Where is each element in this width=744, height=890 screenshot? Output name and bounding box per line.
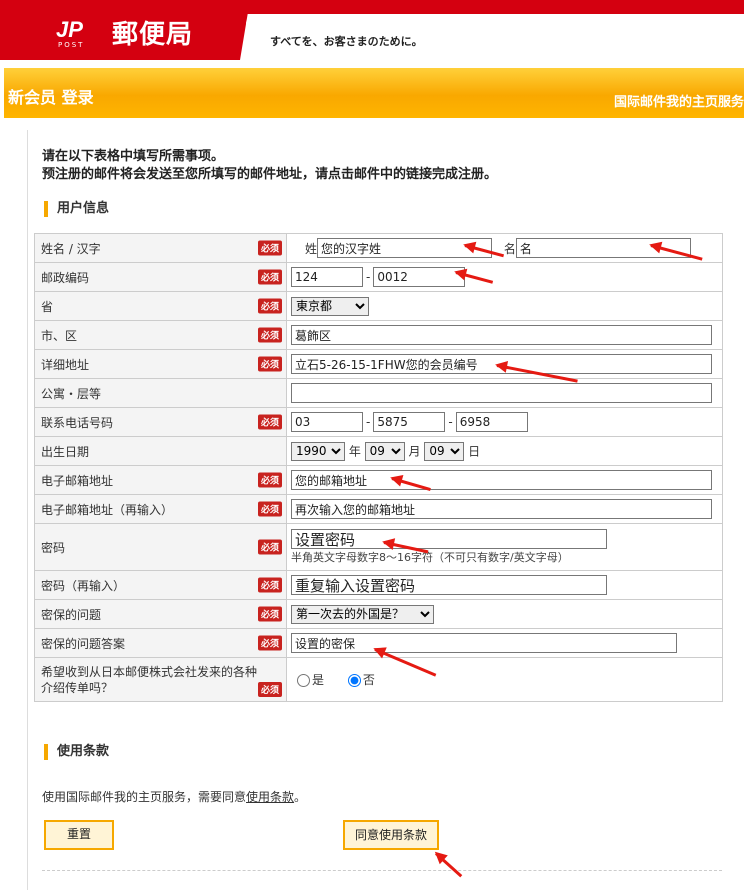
row-password: 密码 必须 半角英文字母数字8～16字符（不可只有数字/英文字母） bbox=[34, 523, 723, 571]
address-label: 详细地址 bbox=[41, 357, 90, 372]
row-phone: 联系电话号码 必须 - - bbox=[34, 407, 723, 437]
first-name-prefix: 名 bbox=[503, 241, 516, 256]
intro-line-1: 请在以下表格中填写所需事项。 bbox=[42, 149, 225, 164]
prefecture-label: 省 bbox=[41, 299, 54, 314]
section-user-info-heading: 用户信息 bbox=[44, 201, 109, 217]
row-name: 姓名 / 汉字 必须 姓 名 bbox=[34, 233, 723, 263]
year-unit: 年 bbox=[348, 444, 361, 458]
security-question-select[interactable]: 第一次去的外国是？ bbox=[291, 604, 434, 624]
required-badge: 必须 bbox=[257, 414, 282, 430]
city-label: 市、区 bbox=[41, 328, 78, 343]
password-confirm-input[interactable] bbox=[291, 575, 607, 595]
phone-separator: - bbox=[366, 415, 371, 429]
day-unit: 日 bbox=[468, 444, 481, 458]
divider bbox=[42, 870, 722, 871]
terms-link[interactable]: 使用条款 bbox=[246, 790, 294, 804]
terms-text-before: 使用国际邮件我的主页服务，需要同意 bbox=[42, 790, 247, 804]
required-badge: 必须 bbox=[257, 472, 282, 488]
required-badge: 必须 bbox=[257, 356, 282, 372]
name-label: 姓名 / 汉字 bbox=[41, 241, 101, 256]
row-apartment: 公寓・层等 bbox=[34, 378, 723, 408]
row-password-confirm: 密码（再输入） 必须 bbox=[34, 570, 723, 600]
row-city: 市、区 必须 bbox=[34, 320, 723, 350]
newsletter-no-label: 否 bbox=[362, 673, 375, 687]
header-red-strip bbox=[240, 0, 744, 14]
security-answer-input[interactable] bbox=[291, 633, 677, 653]
user-info-table: 姓名 / 汉字必须 姓 名 邮政编码必须 - 省必须 東京都 市、区必须 详细地… bbox=[34, 233, 723, 702]
logo-name[interactable]: 郵便局 bbox=[112, 14, 193, 51]
required-badge: 必须 bbox=[257, 269, 282, 285]
phone-separator: - bbox=[448, 415, 453, 429]
required-badge: 必须 bbox=[257, 298, 282, 314]
reset-button[interactable]: 重置 bbox=[44, 820, 114, 850]
row-prefecture: 省 必须 東京都 bbox=[34, 291, 723, 321]
required-badge: 必须 bbox=[257, 539, 282, 555]
newsletter-yes-label: 是 bbox=[312, 673, 325, 687]
terms-text-after: 。 bbox=[294, 790, 307, 804]
email-confirm-input[interactable] bbox=[291, 499, 712, 519]
security-answer-label: 密保的问题答案 bbox=[41, 636, 126, 651]
password-hint: 半角英文字母数字8～16字符（不可只有数字/英文字母） bbox=[291, 551, 569, 564]
newsletter-no-radio[interactable] bbox=[347, 674, 361, 687]
row-newsletter: 希望收到从日本邮便株式会社发来的各种介绍传单吗？ 必须 是 否 bbox=[34, 657, 723, 702]
security-question-label: 密保的问题 bbox=[41, 607, 102, 622]
required-badge: 必须 bbox=[257, 501, 282, 517]
agree-terms-button[interactable]: 同意使用条款 bbox=[343, 820, 439, 850]
postal-code-part1-input[interactable] bbox=[291, 267, 363, 287]
required-badge: 必须 bbox=[257, 606, 282, 622]
required-badge: 必须 bbox=[257, 635, 282, 651]
prefecture-select[interactable]: 東京都 bbox=[291, 296, 369, 316]
phone-part1-input[interactable] bbox=[291, 412, 363, 432]
last-name-prefix: 姓 bbox=[305, 241, 318, 256]
header-slogan: すべてを、お客さまのために。 bbox=[270, 35, 423, 48]
email-label: 电子邮箱地址 bbox=[41, 473, 114, 488]
logo-post-text: POST bbox=[58, 41, 85, 49]
page-title: 新会员 登录 bbox=[8, 88, 94, 107]
jp-post-logo-icon[interactable]: JP bbox=[56, 18, 100, 42]
email-confirm-label: 电子邮箱地址（再输入） bbox=[41, 502, 174, 517]
section-terms-heading: 使用条款 bbox=[44, 744, 109, 760]
newsletter-label: 希望收到从日本邮便株式会社发来的各种介绍传单吗？ bbox=[41, 664, 258, 695]
phone-label: 联系电话号码 bbox=[41, 415, 114, 430]
row-email-confirm: 电子邮箱地址（再输入） 必须 bbox=[34, 494, 723, 524]
required-badge: 必须 bbox=[257, 577, 282, 593]
city-input[interactable] bbox=[291, 325, 712, 345]
phone-part3-input[interactable] bbox=[455, 412, 528, 432]
row-email: 电子邮箱地址 必须 bbox=[34, 465, 723, 495]
birth-day-select[interactable]: 09 bbox=[424, 441, 465, 461]
birth-month-select[interactable]: 09 bbox=[364, 441, 405, 461]
required-badge: 必须 bbox=[257, 240, 282, 256]
terms-text: 使用国际邮件我的主页服务，需要同意使用条款。 bbox=[42, 788, 306, 805]
required-badge: 必须 bbox=[257, 327, 282, 343]
intro-text: 请在以下表格中填写所需事项。 预注册的邮件将会发送至您所填写的邮件地址，请点击邮… bbox=[42, 148, 497, 184]
password-label: 密码 bbox=[41, 540, 66, 555]
apartment-label: 公寓・层等 bbox=[41, 386, 102, 401]
password-input[interactable] bbox=[291, 529, 607, 549]
apartment-input[interactable] bbox=[291, 383, 712, 403]
password-confirm-label: 密码（再输入） bbox=[41, 578, 126, 593]
phone-part2-input[interactable] bbox=[373, 412, 446, 432]
postal-separator: - bbox=[366, 270, 371, 284]
birth-label: 出生日期 bbox=[41, 444, 90, 459]
required-badge: 必须 bbox=[257, 682, 282, 697]
email-input[interactable] bbox=[291, 470, 712, 490]
birth-year-select[interactable]: 1990 bbox=[291, 441, 345, 461]
month-unit: 月 bbox=[408, 444, 421, 458]
row-birth: 出生日期 1990 年 09 月 09 日 bbox=[34, 436, 723, 466]
row-address: 详细地址 必须 bbox=[34, 349, 723, 379]
service-home-link[interactable]: 国际邮件我的主页服务 bbox=[614, 91, 744, 110]
row-security-question: 密保的问题 必须 第一次去的外国是？ bbox=[34, 599, 723, 629]
site-header: JP POST 郵便局 すべてを、お客さまのために。 bbox=[0, 0, 744, 62]
registration-form-area: 请在以下表格中填写所需事项。 预注册的邮件将会发送至您所填写的邮件地址，请点击邮… bbox=[27, 130, 738, 890]
intro-line-2: 预注册的邮件将会发送至您所填写的邮件地址，请点击邮件中的链接完成注册。 bbox=[42, 167, 498, 182]
row-postal: 邮政编码 必须 - bbox=[34, 262, 723, 292]
postal-label: 邮政编码 bbox=[41, 270, 90, 285]
newsletter-yes-radio[interactable] bbox=[297, 674, 310, 687]
